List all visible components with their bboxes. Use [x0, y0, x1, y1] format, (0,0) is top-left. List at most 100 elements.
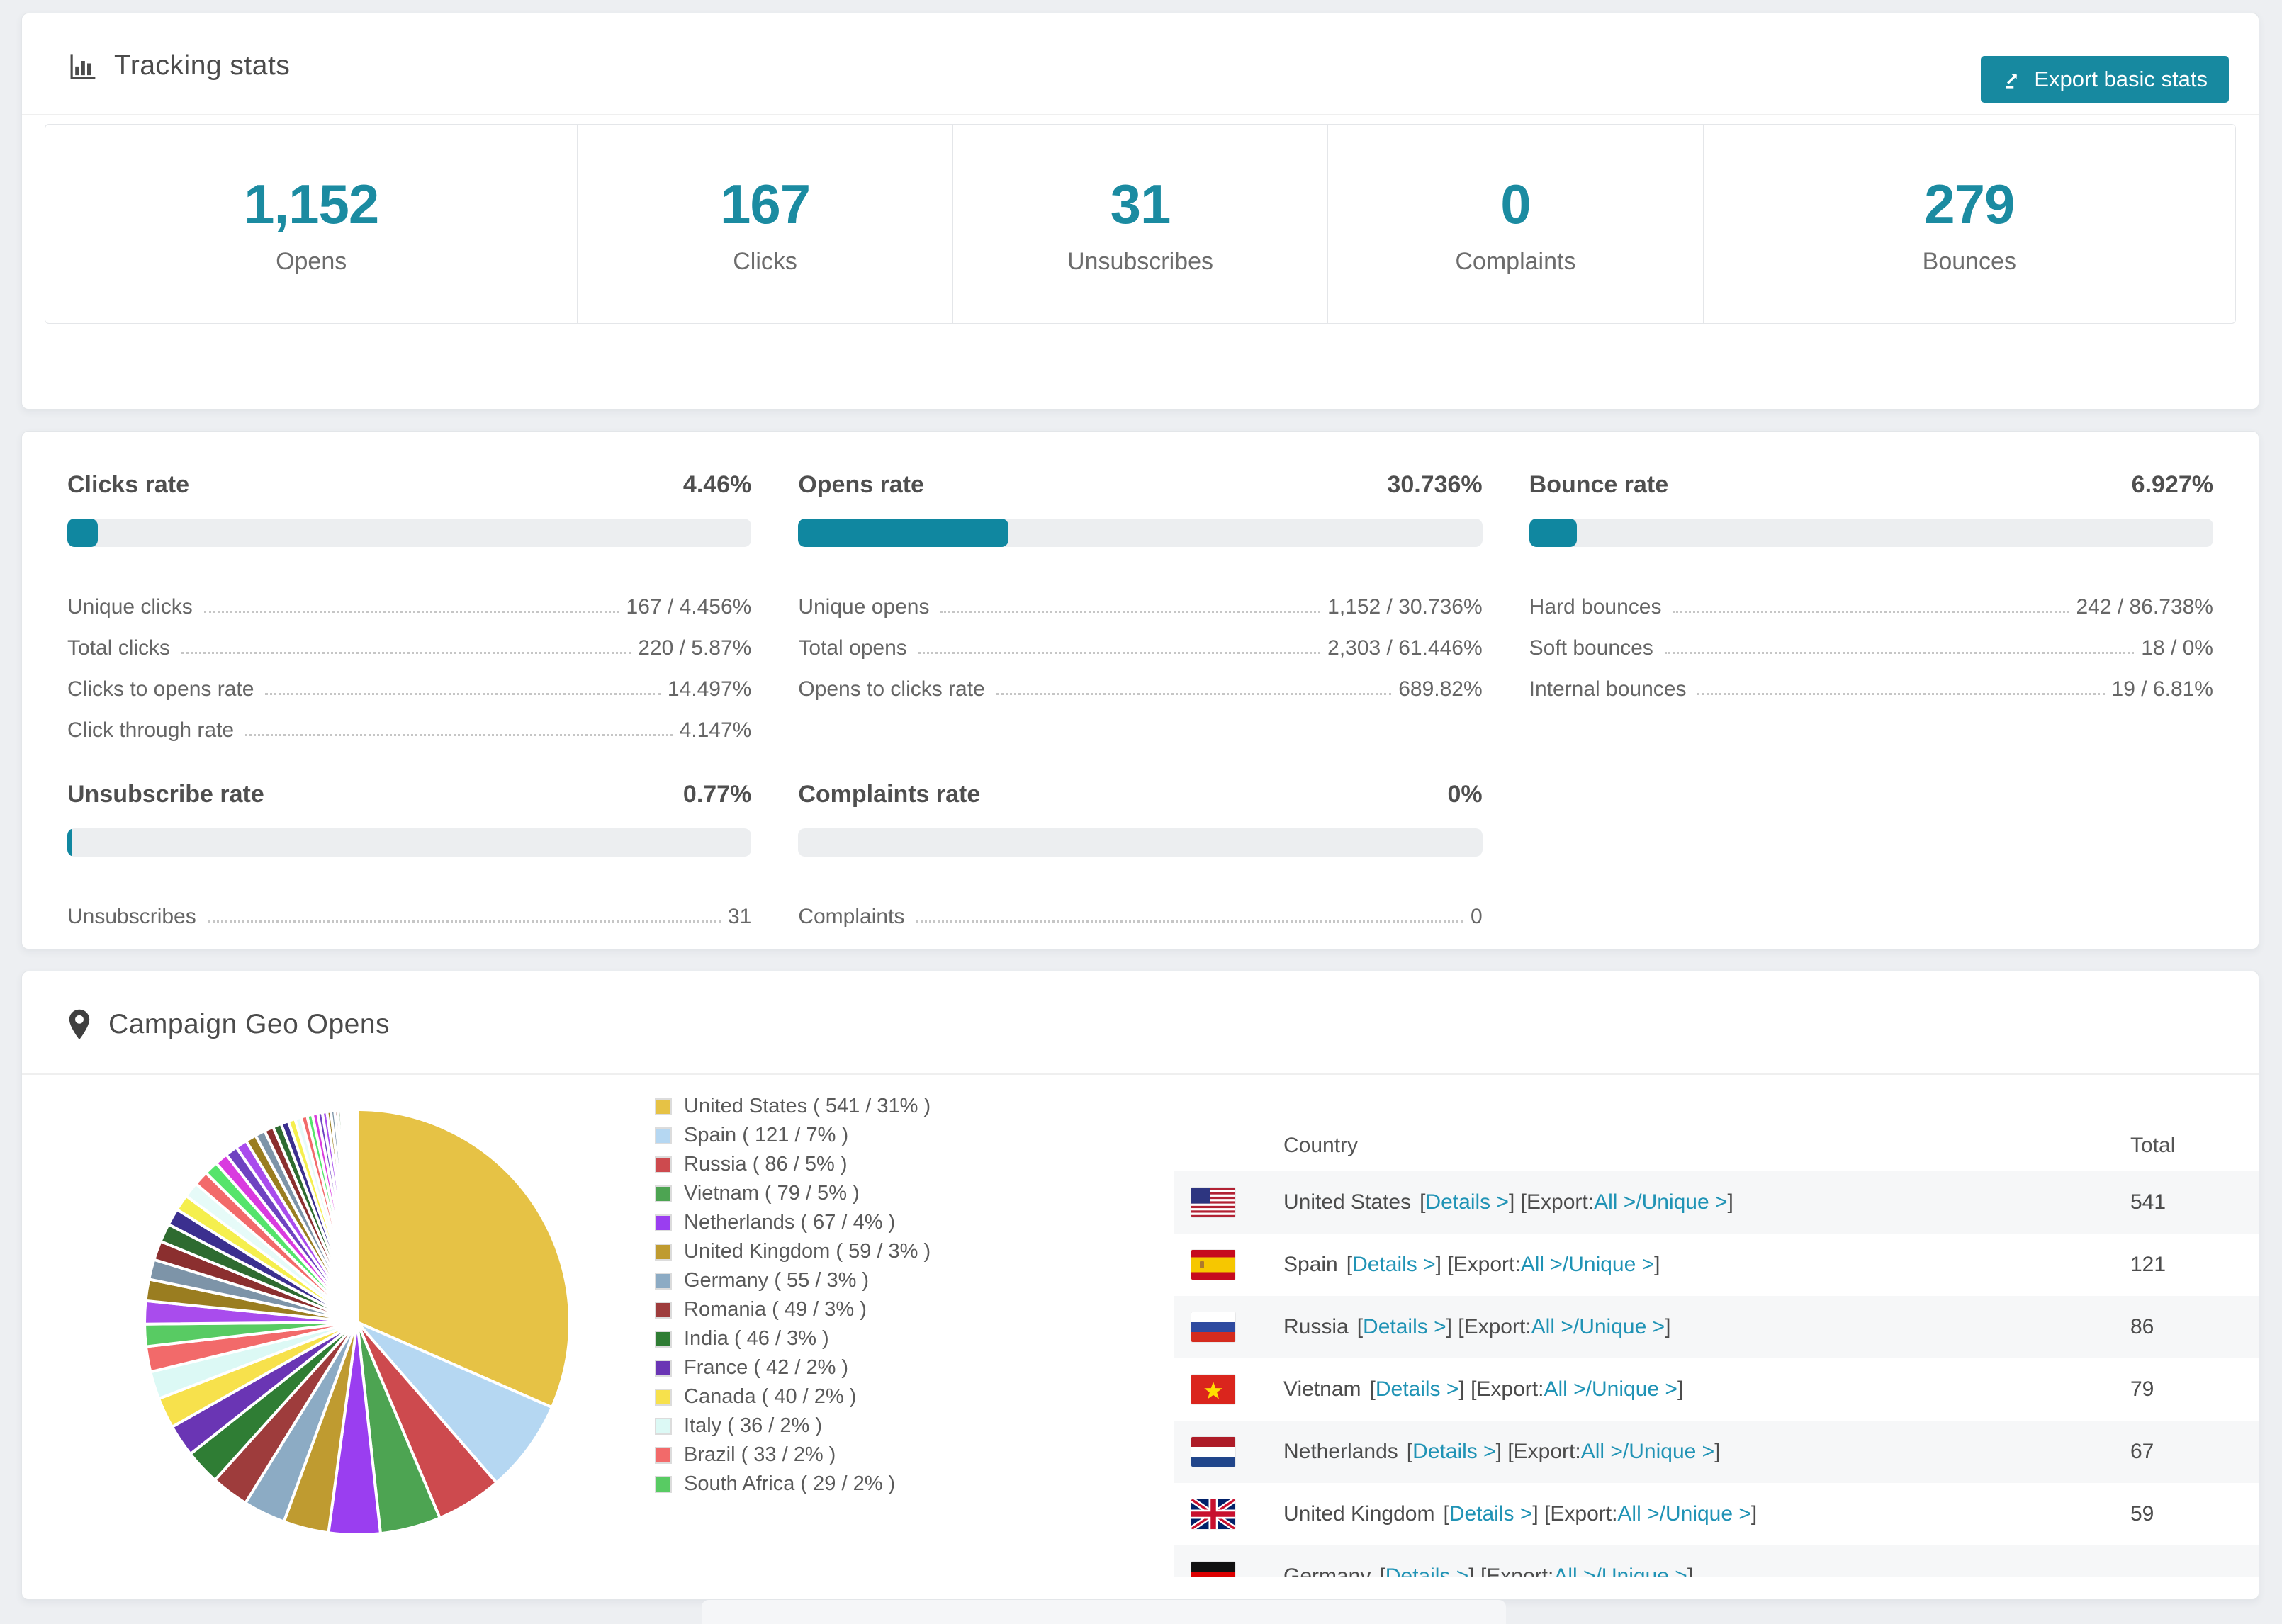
rate-row-value: 689.82% [1398, 677, 1483, 701]
stat-box: 1,152 Opens [45, 125, 578, 323]
legend-swatch [655, 1127, 672, 1144]
rate-row-label: Unique clicks [67, 595, 193, 619]
legend-swatch [655, 1272, 672, 1290]
export-unique-link[interactable]: Unique > [1665, 1502, 1751, 1526]
legend-swatch [655, 1359, 672, 1377]
geo-table-header: Country Total [1174, 1120, 2259, 1171]
bracket: ] [1687, 1564, 1694, 1577]
export-unique-link[interactable]: Unique > [1629, 1440, 1714, 1464]
details-link[interactable]: Details > [1412, 1440, 1496, 1464]
country-cell: Germany [Details >] [Export: All > / Uniq… [1174, 1562, 2130, 1577]
export-unique-link[interactable]: Unique > [1568, 1253, 1654, 1277]
stat-value: 0 [1500, 173, 1531, 235]
campaign-geo-opens-card: Campaign Geo Opens United States ( 541 /… [21, 971, 2259, 1600]
tracking-stats-title: Tracking stats [114, 50, 291, 81]
legend-label: Russia ( 86 / 5% ) [684, 1153, 848, 1175]
bracket: [ [1356, 1315, 1364, 1338]
rate-rows: Hard bounces 242 / 86.738% Soft bounces 18 … [1529, 578, 2213, 701]
rate-rows: Complaints 0 [798, 888, 1482, 929]
rate-row-value: 31 [727, 905, 752, 928]
link-separator: / [1585, 1377, 1592, 1401]
tracking-stats-card: Tracking stats Export basic stats 1,152 O… [21, 13, 2259, 410]
rate-row: Unsubscribes 31 [67, 888, 751, 929]
progress-fill [798, 519, 1009, 547]
rate-row-value: 167 / 4.456% [626, 595, 752, 619]
rate-row-value: 220 / 5.87% [638, 636, 752, 660]
progress-fill [67, 519, 99, 547]
stat-value: 167 [720, 173, 811, 235]
dotted-leader [245, 734, 673, 736]
legend-item: France ( 42 / 2% ) [655, 1353, 931, 1382]
progress-bar [67, 828, 752, 857]
details-link[interactable]: Details > [1425, 1190, 1509, 1214]
export-unique-link[interactable]: Unique > [1592, 1377, 1677, 1402]
bracket: [ [1420, 1190, 1426, 1214]
tracking-stats-boxes: 1,152 Opens 167 Clicks 31 Unsubscribes 0 Compla… [45, 124, 2236, 324]
rate-row-label: Total clicks [67, 636, 171, 660]
legend-item: United Kingdom ( 59 / 3% ) [655, 1237, 931, 1266]
export-icon [2002, 69, 2023, 90]
details-link[interactable]: Details > [1363, 1315, 1446, 1339]
legend-item: United States ( 541 / 31% ) [655, 1092, 931, 1121]
export-unique-link[interactable]: Unique > [1579, 1315, 1665, 1339]
details-link[interactable]: Details > [1386, 1564, 1469, 1577]
legend-item: Romania ( 49 / 3% ) [655, 1295, 931, 1324]
bracket: ] [1665, 1315, 1671, 1338]
stat-box: 279 Bounces [1704, 125, 2235, 323]
bar-chart-icon [67, 51, 97, 81]
link-separator: / [1595, 1564, 1602, 1577]
progress-fill [67, 828, 73, 857]
export-unique-link[interactable]: Unique > [1602, 1564, 1687, 1577]
stat-value: 279 [1924, 173, 2015, 235]
export-unique-link[interactable]: Unique > [1642, 1190, 1728, 1214]
link-separator: / [1562, 1253, 1569, 1276]
dotted-leader [1697, 693, 2105, 695]
rate-row: Complaints 0 [798, 888, 1482, 929]
stat-label: Clicks [733, 248, 797, 275]
details-link[interactable]: Details > [1376, 1377, 1459, 1402]
rate-row: Hard bounces 242 / 86.738% [1529, 578, 2213, 619]
stat-label: Complaints [1455, 248, 1576, 275]
table-row: Vietnam [Details >] [Export: All > / Uniq… [1174, 1358, 2259, 1421]
export-all-link[interactable]: All > [1521, 1253, 1563, 1277]
export-basic-stats-button[interactable]: Export basic stats [1981, 56, 2229, 103]
total-value: 541 [2130, 1190, 2166, 1214]
rate-value: 0.77% [682, 781, 752, 808]
rate-title: Unsubscribe rate [67, 781, 264, 808]
rate-row-value: 1,152 / 30.736% [1327, 595, 1483, 619]
rate-row-label: Click through rate [67, 718, 235, 742]
progress-bar [798, 519, 1483, 547]
export-all-link[interactable]: All > [1594, 1190, 1636, 1214]
legend-swatch [655, 1098, 672, 1115]
dotted-leader [918, 652, 1321, 654]
rate-row: Clicks to opens rate 14.497% [67, 660, 751, 701]
export-all-link[interactable]: All > [1531, 1315, 1573, 1339]
progress-fill [1529, 519, 1577, 547]
stat-label: Bounces [1922, 248, 2016, 275]
legend-label: United Kingdom ( 59 / 3% ) [684, 1240, 931, 1263]
export-all-link[interactable]: All > [1617, 1502, 1659, 1526]
legend-swatch [655, 1388, 672, 1406]
legend-swatch [655, 1446, 672, 1464]
export-prefix: ] [Export: [1468, 1564, 1554, 1577]
country-cell: Vietnam [Details >] [Export: All > / Uniq… [1174, 1375, 2130, 1404]
geo-title: Campaign Geo Opens [108, 1009, 390, 1039]
legend-label: United States ( 541 / 31% ) [684, 1095, 931, 1117]
export-all-link[interactable]: All > [1544, 1377, 1585, 1402]
export-prefix: ] [Export: [1495, 1440, 1581, 1463]
rate-panel-header: Unsubscribe rate 0.77% [67, 781, 751, 808]
table-row: Russia [Details >] [Export: All > / Uniqu… [1174, 1296, 2259, 1358]
details-link[interactable]: Details > [1449, 1502, 1533, 1526]
export-all-link[interactable]: All > [1581, 1440, 1623, 1464]
ru-flag-icon [1191, 1312, 1235, 1342]
rate-row-value: 4.147% [679, 718, 752, 742]
bracket: [ [1443, 1502, 1449, 1526]
rates-card: Clicks rate 4.46% Unique clicks 167 / 4.456… [21, 431, 2259, 949]
export-all-link[interactable]: All > [1553, 1564, 1595, 1577]
table-row: United States[Details >] [Export: All > … [1174, 1171, 2259, 1234]
rate-value: 0% [1447, 781, 1483, 808]
details-link[interactable]: Details > [1352, 1253, 1436, 1277]
country-name: Netherlands [1283, 1440, 1398, 1463]
bracket: [ [1406, 1440, 1413, 1463]
legend-label: Spain ( 121 / 7% ) [684, 1124, 849, 1146]
